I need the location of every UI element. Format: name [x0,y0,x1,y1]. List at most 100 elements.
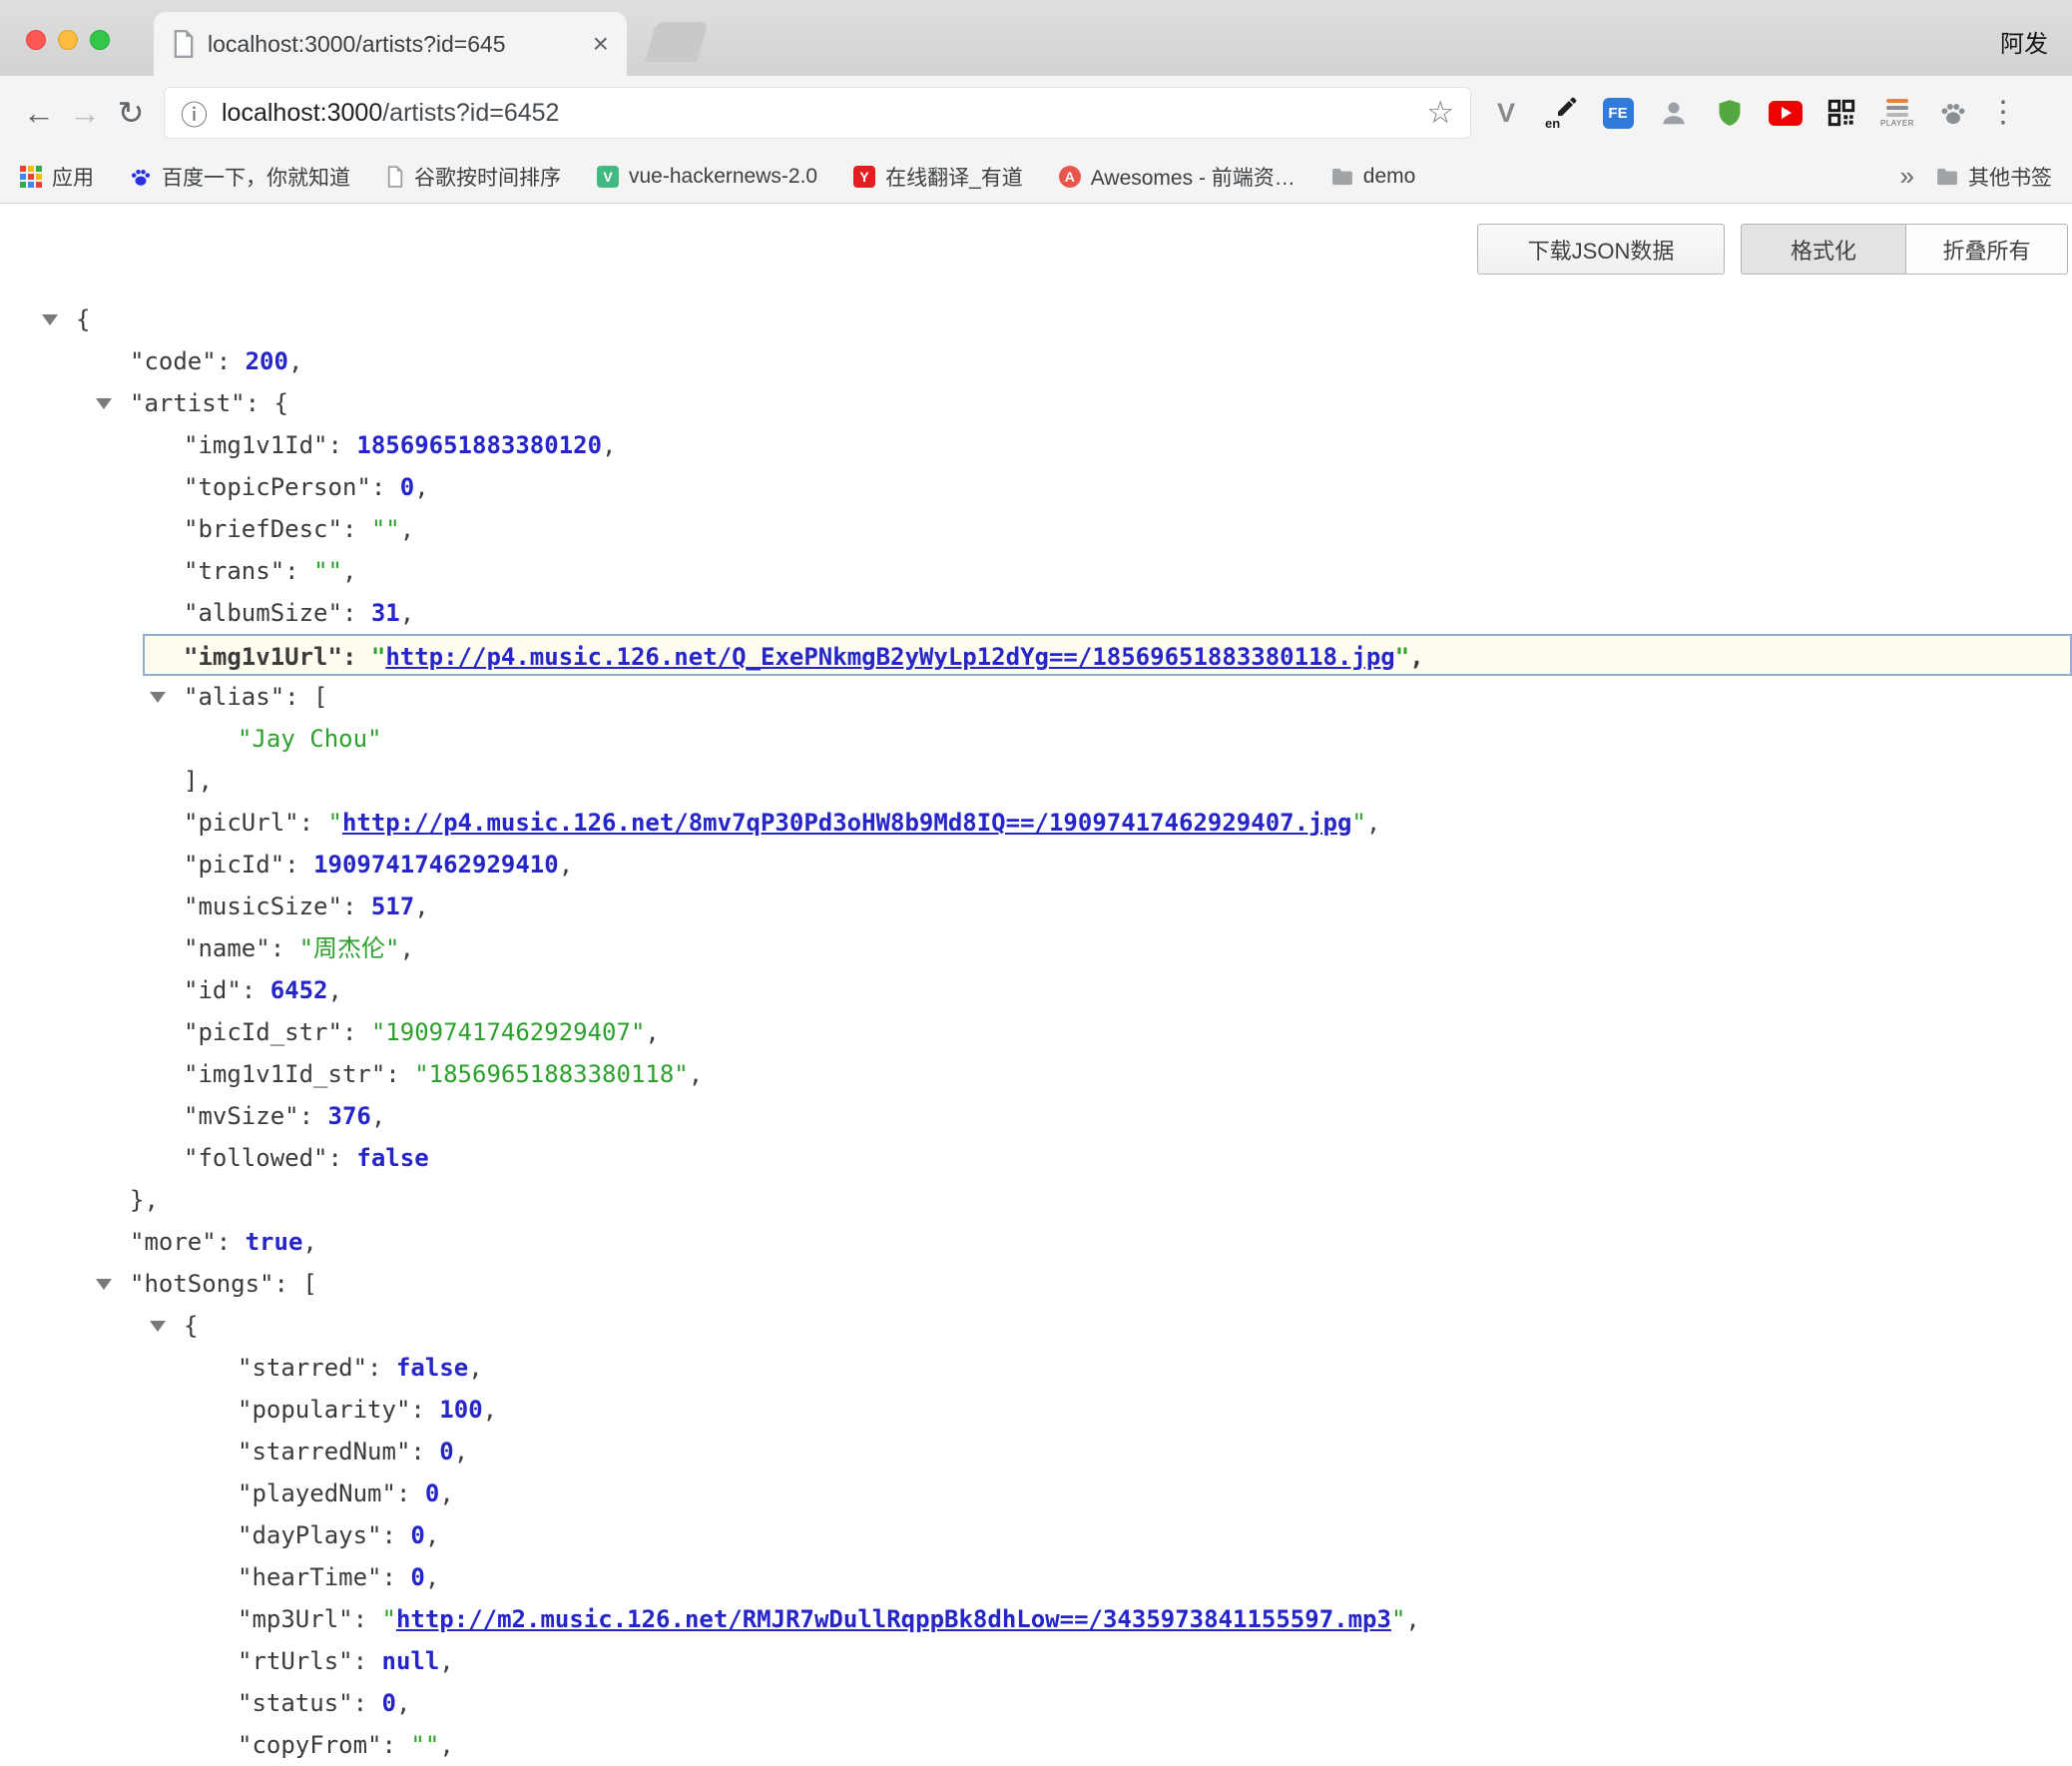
json-token: , [454,1438,468,1466]
new-tab-button[interactable] [645,22,708,62]
extensions-row: V en FE PLAYER [1489,95,1970,131]
json-line: "picUrl": "http://p4.music.126.net/8mv7q… [0,802,2072,844]
json-token: , [1366,809,1380,837]
json-line: }, [0,1179,2072,1221]
json-token: 0 [439,1438,453,1466]
reload-button[interactable]: ↻ [108,97,154,129]
json-token: , [559,851,573,879]
json-link[interactable]: http://m2.music.126.net/RMJR7wDullRqppBk… [396,1605,1391,1633]
collapse-arrow-icon[interactable] [96,1279,112,1290]
json-token: true [246,1228,303,1256]
collapse-arrow-icon[interactable] [150,692,166,703]
json-token: 517 [371,892,414,920]
qr-code-icon[interactable] [1824,95,1858,131]
bookmark-youdao[interactable]: Y 在线翻译_有道 [853,162,1023,192]
json-token: , [425,1521,439,1549]
adblock-shield-icon[interactable] [1713,95,1747,131]
bookmark-label: vue-hackernews-2.0 [629,165,817,189]
back-button[interactable]: ← [16,97,62,129]
json-token: : [353,1689,382,1717]
json-token: : [382,1731,411,1759]
chrome-menu-icon[interactable]: ⋮ [1988,98,2018,128]
json-line: "starred": false, [0,1347,2072,1389]
bookmark-label: 其他书签 [1968,162,2052,192]
forward-button[interactable]: → [62,97,108,129]
maximize-window-button[interactable] [90,30,110,50]
json-token: , [302,1228,316,1256]
download-json-button[interactable]: 下载JSON数据 [1477,224,1725,275]
profile-name[interactable]: 阿发 [2000,24,2048,59]
bookmark-awesomes[interactable]: A Awesomes - 前端资… [1059,162,1295,192]
minimize-window-button[interactable] [58,30,78,50]
bookmark-star-icon[interactable]: ☆ [1426,95,1454,131]
json-token: : [299,809,328,837]
json-token: , [439,1647,453,1675]
close-window-button[interactable] [26,30,46,50]
document-icon [386,166,404,188]
json-token: false [356,1144,428,1172]
json-line: "albumSize": 31, [0,592,2072,634]
json-line: "dayPlays": 0, [0,1514,2072,1556]
page-favicon-icon [172,30,196,58]
bookmark-google-sort[interactable]: 谷歌按时间排序 [386,162,561,192]
fehelper-icon[interactable]: FE [1601,95,1635,131]
json-token: "followed" [184,1144,328,1172]
json-line: "followed": false [0,1137,2072,1179]
tab-close-icon[interactable]: × [593,30,609,58]
bookmark-apps[interactable]: 应用 [20,162,94,192]
json-token: : [353,1647,382,1675]
json-token: 0 [410,1521,424,1549]
awesomes-favicon: A [1059,166,1081,188]
json-token: "img1v1Id_str" [184,1060,385,1088]
collapse-arrow-icon[interactable] [150,1321,166,1332]
json-token: ], [184,767,213,795]
bookmark-vue-hackernews[interactable]: V vue-hackernews-2.0 [597,165,817,189]
json-token: "code" [130,347,217,375]
translate-pen-icon[interactable]: en [1545,95,1579,131]
bookmark-baidu[interactable]: 百度一下，你就知道 [130,162,350,192]
json-token: "topicPerson" [184,473,371,501]
json-token: "rtUrls" [238,1647,353,1675]
json-token: , [468,1354,482,1382]
json-token: null [382,1647,440,1675]
json-token: : [217,1228,246,1256]
collapse-arrow-icon[interactable] [42,314,58,325]
json-line: "popularity": 100, [0,1389,2072,1431]
folder-icon [1936,168,1958,186]
json-token: "id" [184,976,242,1004]
site-info-icon[interactable]: ⓘ [181,94,208,133]
vue-favicon: V [597,166,619,188]
profile-person-icon[interactable] [1657,95,1691,131]
paw-icon[interactable] [1936,95,1970,131]
json-token: : { [246,389,288,417]
json-token: "starredNum" [238,1438,410,1466]
json-link[interactable]: http://p4.music.126.net/Q_ExePNkmgB2yWyL… [385,643,1394,671]
json-token: "mvSize" [184,1102,299,1130]
json-token: : [284,851,313,879]
json-token: : [353,1605,382,1633]
json-token: : [367,1354,396,1382]
json-line: "code": 200, [0,340,2072,382]
address-bar[interactable]: ⓘ localhost:3000/artists?id=6452 ☆ [164,87,1471,139]
bookmark-folder-demo[interactable]: demo [1331,165,1416,189]
json-token: "hotSongs" [130,1270,274,1298]
json-token: " [1351,809,1365,837]
extension-v-icon[interactable]: V [1489,95,1523,131]
player-icon[interactable]: PLAYER [1880,95,1914,131]
json-token: "copyFrom" [238,1731,382,1759]
json-token: " [371,643,385,671]
json-token: , [414,892,428,920]
json-line: "musicSize": 517, [0,885,2072,927]
collapse-all-button[interactable]: 折叠所有 [1906,224,2068,275]
baidu-paw-icon [130,166,152,188]
bookmark-folder-others[interactable]: 其他书签 [1936,162,2052,192]
json-token: 0 [425,1479,439,1507]
format-button[interactable]: 格式化 [1741,224,1906,275]
json-link[interactable]: http://p4.music.126.net/8mv7qP30Pd3oHW8b… [342,809,1351,837]
json-viewer: {"code": 200,"artist": {"img1v1Id": 1856… [0,298,2072,1766]
collapse-arrow-icon[interactable] [96,398,112,409]
browser-tab[interactable]: localhost:3000/artists?id=645 × [154,12,627,76]
youtube-icon[interactable] [1769,95,1803,131]
bookmarks-overflow-icon[interactable]: » [1900,161,1914,192]
json-token: : [410,1438,439,1466]
